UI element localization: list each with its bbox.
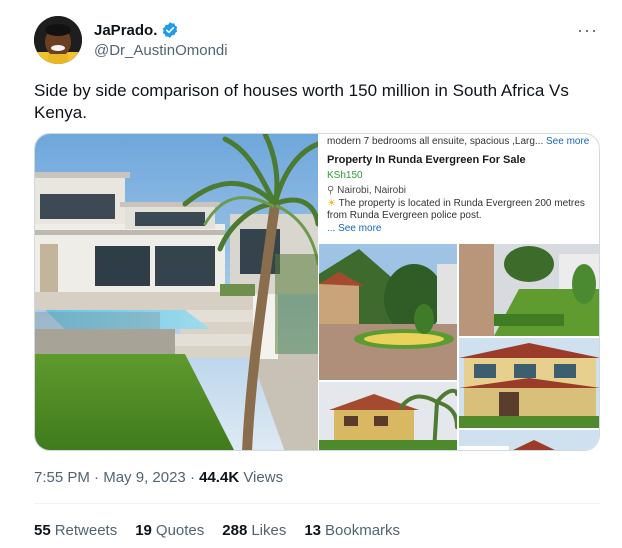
likes-label: Likes [251,522,287,539]
divider [34,503,600,504]
kenya-photo-lawn[interactable] [459,244,599,336]
verified-badge-icon [161,21,179,39]
author-handle[interactable]: @Dr_AustinOmondi [94,42,228,59]
bookmarks-count: 13 [304,522,322,539]
retweets-stat[interactable]: 55 Retweets [34,522,117,539]
media-container: modern 7 bedrooms all ensuite, spacious … [34,133,600,451]
retweets-count: 55 [34,522,51,539]
listing-summary-text: modern 7 bedrooms all ensuite, spacious … [327,136,544,147]
retweets-label: Retweets [54,522,118,539]
avatar[interactable] [34,16,82,64]
tweet: JaPrado. @Dr_AustinOmondi ··· Side by si… [0,0,622,548]
listing-description: ☀ The property is located in Runda Everg… [327,198,597,222]
tweet-date[interactable]: May 9, 2023 [103,469,186,486]
kenya-photo-house-palms[interactable] [319,382,457,450]
quotes-count: 19 [135,522,152,539]
likes-count: 288 [222,522,248,539]
listing-see-more-link[interactable]: ... See more [327,223,381,234]
tweet-text: Side by side comparison of houses worth … [34,81,569,122]
listing-summary-line: modern 7 bedrooms all ensuite, spacious … [327,136,595,147]
likes-stat[interactable]: 288 Likes [222,522,286,539]
south-africa-house-photo[interactable] [35,134,318,450]
bookmarks-stat[interactable]: 13 Bookmarks [304,522,400,539]
engagement-stats: 55 Retweets 19 Quotes 288 Likes 13 Bookmarks [34,522,400,539]
meta-separator: · [189,469,195,486]
listing-location: ⚲ Nairobi, Nairobi [327,185,406,196]
kenya-listing-card[interactable]: modern 7 bedrooms all ensuite, spacious … [319,134,599,450]
bookmarks-label: Bookmarks [325,522,401,539]
meta-separator: · [94,469,100,486]
author-name-row: JaPrado. [94,21,179,39]
tweet-time[interactable]: 7:55 PM [34,469,90,486]
quotes-stat[interactable]: 19 Quotes [135,522,204,539]
views-count: 44.4K [199,469,240,486]
listing-price: KSh150 [327,170,363,181]
kenya-photo-house-front[interactable] [459,338,599,428]
kenya-photo-garden-driveway[interactable] [319,244,457,380]
tweet-meta: 7:55 PM · May 9, 2023 · 44.4K Views [34,469,283,486]
kenya-photo-roof[interactable] [459,430,599,450]
quotes-label: Quotes [155,522,205,539]
location-pin-icon: ⚲ [327,185,335,196]
listing-description-text: The property is located in Runda Evergre… [327,198,585,221]
more-options-icon[interactable]: ··· [577,20,598,41]
sun-icon: ☀ [327,198,336,209]
listing-title[interactable]: Property In Runda Evergreen For Sale [327,154,526,166]
listing-location-text: Nairobi, Nairobi [337,185,407,196]
listing-summary-see-more-link[interactable]: See more [546,136,589,147]
author-display-name[interactable]: JaPrado. [94,22,157,39]
views-label: Views [243,469,284,486]
